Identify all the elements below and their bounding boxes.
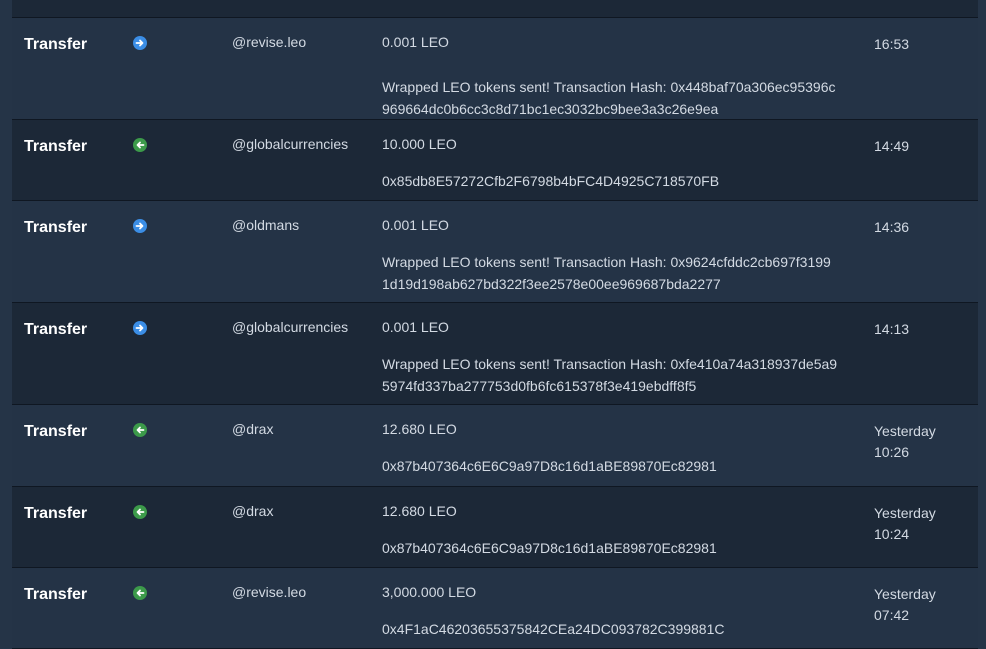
amount: 0.001 LEO — [382, 34, 449, 50]
outgoing-arrow-icon — [133, 36, 147, 50]
incoming-arrow-icon — [133, 138, 147, 152]
transaction-type: Transfer — [24, 505, 88, 522]
memo: Wrapped LEO tokens sent! Transaction Has… — [382, 356, 838, 394]
outgoing-arrow-icon — [133, 321, 147, 335]
timestamp: 14:13 — [874, 321, 910, 337]
transaction-type: Transfer — [24, 586, 88, 603]
transaction-type: Transfer — [24, 423, 88, 440]
incoming-arrow-icon — [133, 586, 147, 600]
amount: 0.001 LEO — [382, 217, 449, 233]
transaction-type: Transfer — [24, 138, 88, 155]
memo: 0x87b407364c6E6C9a97D8c16d1aBE89870Ec829… — [382, 540, 717, 556]
memo: 0x87b407364c6E6C9a97D8c16d1aBE89870Ec829… — [382, 458, 717, 474]
table-row[interactable]: Transfer @revise.leo 0.001 LEO Wrapped L… — [12, 18, 978, 120]
timestamp: Yesterday 10:24 — [874, 505, 936, 542]
timestamp: 16:53 — [874, 36, 910, 52]
amount: 3,000.000 LEO — [382, 584, 477, 600]
transaction-type: Transfer — [24, 219, 88, 236]
counterparty-link[interactable]: @drax — [232, 503, 273, 519]
counterparty-link[interactable]: @revise.leo — [232, 584, 306, 600]
memo: Wrapped LEO tokens sent! Transaction Has… — [382, 254, 831, 292]
counterparty-link[interactable]: @drax — [232, 421, 273, 437]
transaction-history-table: Transfer @revise.leo 0.001 LEO Wrapped L… — [12, 0, 978, 649]
timestamp: Yesterday 07:42 — [874, 586, 936, 623]
incoming-arrow-icon — [133, 505, 147, 519]
table-row[interactable]: Transfer @oldmans 0.001 LEO Wrapped LEO … — [12, 201, 978, 303]
timestamp: Yesterday 10:26 — [874, 423, 936, 460]
incoming-arrow-icon — [133, 423, 147, 437]
timestamp: 14:49 — [874, 138, 910, 154]
table-row-partial — [12, 0, 978, 18]
counterparty-link[interactable]: @oldmans — [232, 217, 299, 233]
timestamp: 14:36 — [874, 219, 910, 235]
counterparty-link[interactable]: @globalcurrencies — [232, 319, 348, 335]
transaction-type: Transfer — [24, 36, 88, 53]
counterparty-link[interactable]: @globalcurrencies — [232, 136, 348, 152]
amount: 12.680 LEO — [382, 421, 457, 437]
table-row[interactable]: Transfer @drax 12.680 LEO 0x87b407364c6E… — [12, 405, 978, 487]
table-row[interactable]: Transfer @drax 12.680 LEO 0x87b407364c6E… — [12, 487, 978, 568]
counterparty-link[interactable]: @revise.leo — [232, 34, 306, 50]
amount: 0.001 LEO — [382, 319, 449, 335]
transaction-type: Transfer — [24, 321, 88, 338]
amount: 12.680 LEO — [382, 503, 457, 519]
table-row[interactable]: Transfer @globalcurrencies 0.001 LEO Wra… — [12, 303, 978, 405]
memo: Wrapped LEO tokens sent! Transaction Has… — [382, 79, 836, 117]
amount: 10.000 LEO — [382, 136, 457, 152]
outgoing-arrow-icon — [133, 219, 147, 233]
memo: 0x85db8E57272Cfb2F6798b4bFC4D4925C718570… — [382, 173, 720, 189]
table-row[interactable]: Transfer @globalcurrencies 10.000 LEO 0x… — [12, 120, 978, 201]
